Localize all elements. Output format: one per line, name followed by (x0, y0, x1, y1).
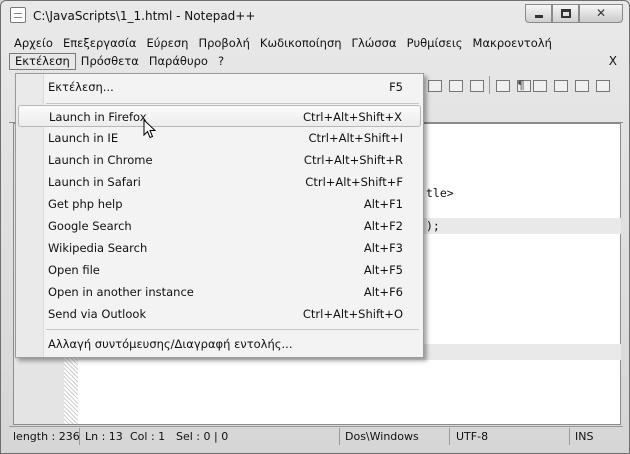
status-selection: Sel : 0 | 0 (176, 430, 229, 443)
menu-edit[interactable]: Επεξεργασία (58, 35, 141, 52)
menu-item-send-via-outlook[interactable]: Send via Outlook Ctrl+Alt+Shift+O (18, 303, 421, 325)
menu-item-google-search[interactable]: Google Search Alt+F2 (18, 215, 421, 237)
menu-item-shortcut: Alt+F1 (363, 197, 403, 211)
status-line: Ln : 13 (85, 430, 123, 443)
menu-item-label: Launch in Chrome (48, 153, 153, 167)
status-divider (79, 428, 80, 445)
menu-search[interactable]: Εύρεση (141, 35, 193, 52)
menu-item-shortcut: Ctrl+Alt+Shift+X (303, 110, 402, 124)
maximize-button[interactable] (552, 4, 579, 23)
menu-item-run[interactable]: Εκτέλεση... F5 (18, 76, 421, 98)
status-divider (449, 428, 450, 445)
menu-separator (46, 329, 419, 330)
menu-macro[interactable]: Μακροεντολή (468, 35, 557, 52)
caption-buttons: ✕ (525, 4, 623, 24)
status-insert-mode[interactable]: INS (575, 430, 593, 443)
word-wrap-icon[interactable] (494, 77, 511, 94)
menu-item-label: Open in another instance (48, 285, 194, 299)
menu-item-open-another-instance[interactable]: Open in another instance Alt+F6 (18, 281, 421, 303)
menu-item-modify-shortcut[interactable]: Αλλαγή συντόμευσης/Διαγραφή εντολής... (18, 333, 421, 355)
function-list-icon[interactable] (594, 77, 611, 94)
menu-run[interactable]: Εκτέλεση (9, 53, 76, 70)
split-view-icon[interactable] (468, 77, 485, 94)
menu-item-label: Google Search (48, 219, 132, 233)
title-bar[interactable]: C:\JavaScripts\1_1.html - Notepad++ ✕ (1, 1, 629, 31)
menu-row-1: Αρχείο Επεξεργασία Εύρεση Προβολή Κωδικο… (9, 35, 557, 53)
close-button[interactable]: ✕ (579, 4, 623, 23)
menu-file[interactable]: Αρχείο (9, 35, 58, 52)
menu-item-launch-safari[interactable]: Launch in Safari Ctrl+Alt+Shift+F (18, 171, 421, 193)
menu-item-label: Open file (48, 263, 100, 277)
menu-bar: Αρχείο Επεξεργασία Εύρεση Προβολή Κωδικο… (9, 34, 621, 72)
menu-item-shortcut: Alt+F6 (363, 285, 403, 299)
status-column: Col : 1 (130, 430, 166, 443)
code-line: tle> (426, 186, 454, 200)
menu-row-2: Εκτέλεση Πρόσθετα Παράθυρο ? (9, 53, 229, 71)
window-title: C:\JavaScripts\1_1.html - Notepad++ (33, 9, 256, 23)
menu-item-label: Send via Outlook (48, 307, 147, 321)
minimize-icon (535, 15, 543, 18)
menu-separator (46, 103, 419, 104)
menu-item-label: Launch in IE (48, 131, 119, 145)
menu-language[interactable]: Γλώσσα (347, 35, 402, 52)
indent-guide-icon[interactable] (531, 77, 548, 94)
menu-view[interactable]: Προβολή (193, 35, 254, 52)
maximize-icon (561, 9, 571, 18)
menu-item-launch-chrome[interactable]: Launch in Chrome Ctrl+Alt+Shift+R (18, 149, 421, 171)
mouse-pointer-icon (143, 119, 157, 139)
show-all-chars-icon[interactable]: ¶ (515, 77, 531, 94)
status-divider (339, 428, 340, 445)
minimize-button[interactable] (525, 4, 552, 23)
menu-item-shortcut: Alt+F5 (363, 263, 403, 277)
code-line: ); (426, 219, 440, 233)
status-bar: length : 236 Ln : 13 Col : 1 Sel : 0 | 0… (9, 426, 623, 446)
menu-item-label: Get php help (48, 197, 123, 211)
status-eol-format[interactable]: Dos\Windows (345, 430, 419, 443)
menu-item-shortcut: F5 (389, 80, 403, 94)
status-encoding[interactable]: UTF-8 (456, 430, 488, 443)
notepad-app-icon[interactable] (10, 7, 26, 23)
close-icon: ✕ (595, 6, 607, 20)
menu-settings[interactable]: Ρυθμίσεις (402, 35, 468, 52)
menu-help[interactable]: ? (213, 53, 229, 70)
toolbar-separator (489, 76, 490, 94)
document-close-button[interactable]: X (609, 54, 617, 68)
menu-item-wikipedia-search[interactable]: Wikipedia Search Alt+F3 (18, 237, 421, 259)
menu-item-launch-firefox[interactable]: Launch in Firefox Ctrl+Alt+Shift+X (18, 105, 421, 127)
user-language-icon[interactable] (552, 77, 569, 94)
menu-item-php-help[interactable]: Get php help Alt+F1 (18, 193, 421, 215)
menu-item-shortcut: Ctrl+Alt+Shift+R (303, 153, 403, 167)
menu-item-label: Wikipedia Search (48, 241, 148, 255)
menu-plugins[interactable]: Πρόσθετα (76, 53, 144, 70)
menu-item-open-file[interactable]: Open file Alt+F5 (18, 259, 421, 281)
menu-encoding[interactable]: Κωδικοποίηση (255, 35, 347, 52)
status-divider (569, 428, 570, 445)
menu-item-shortcut: Alt+F3 (363, 241, 403, 255)
menu-item-shortcut: Ctrl+Alt+Shift+F (305, 175, 403, 189)
menu-window[interactable]: Παράθυρο (144, 53, 213, 70)
menu-item-label: Launch in Safari (48, 175, 141, 189)
toolbar: ¶ (421, 73, 625, 97)
menu-item-launch-ie[interactable]: Launch in IE Ctrl+Alt+Shift+I (18, 127, 421, 149)
sync-vertical-icon[interactable] (426, 77, 443, 94)
menu-item-label: Αλλαγή συντόμευσης/Διαγραφή εντολής... (48, 337, 293, 351)
document-map-icon[interactable] (573, 77, 590, 94)
menu-item-shortcut: Ctrl+Alt+Shift+O (302, 307, 403, 321)
notepadpp-window: C:\JavaScripts\1_1.html - Notepad++ ✕ Αρ… (0, 0, 630, 454)
menu-item-label: Launch in Firefox (49, 110, 147, 124)
menu-item-shortcut: Ctrl+Alt+Shift+I (308, 131, 403, 145)
menu-item-label: Εκτέλεση... (48, 80, 114, 94)
run-menu-dropdown: Εκτέλεση... F5 Launch in Firefox Ctrl+Al… (15, 73, 424, 358)
menu-item-shortcut: Alt+F2 (363, 219, 403, 233)
status-length: length : 236 (13, 430, 80, 443)
sync-horizontal-icon[interactable] (447, 77, 464, 94)
